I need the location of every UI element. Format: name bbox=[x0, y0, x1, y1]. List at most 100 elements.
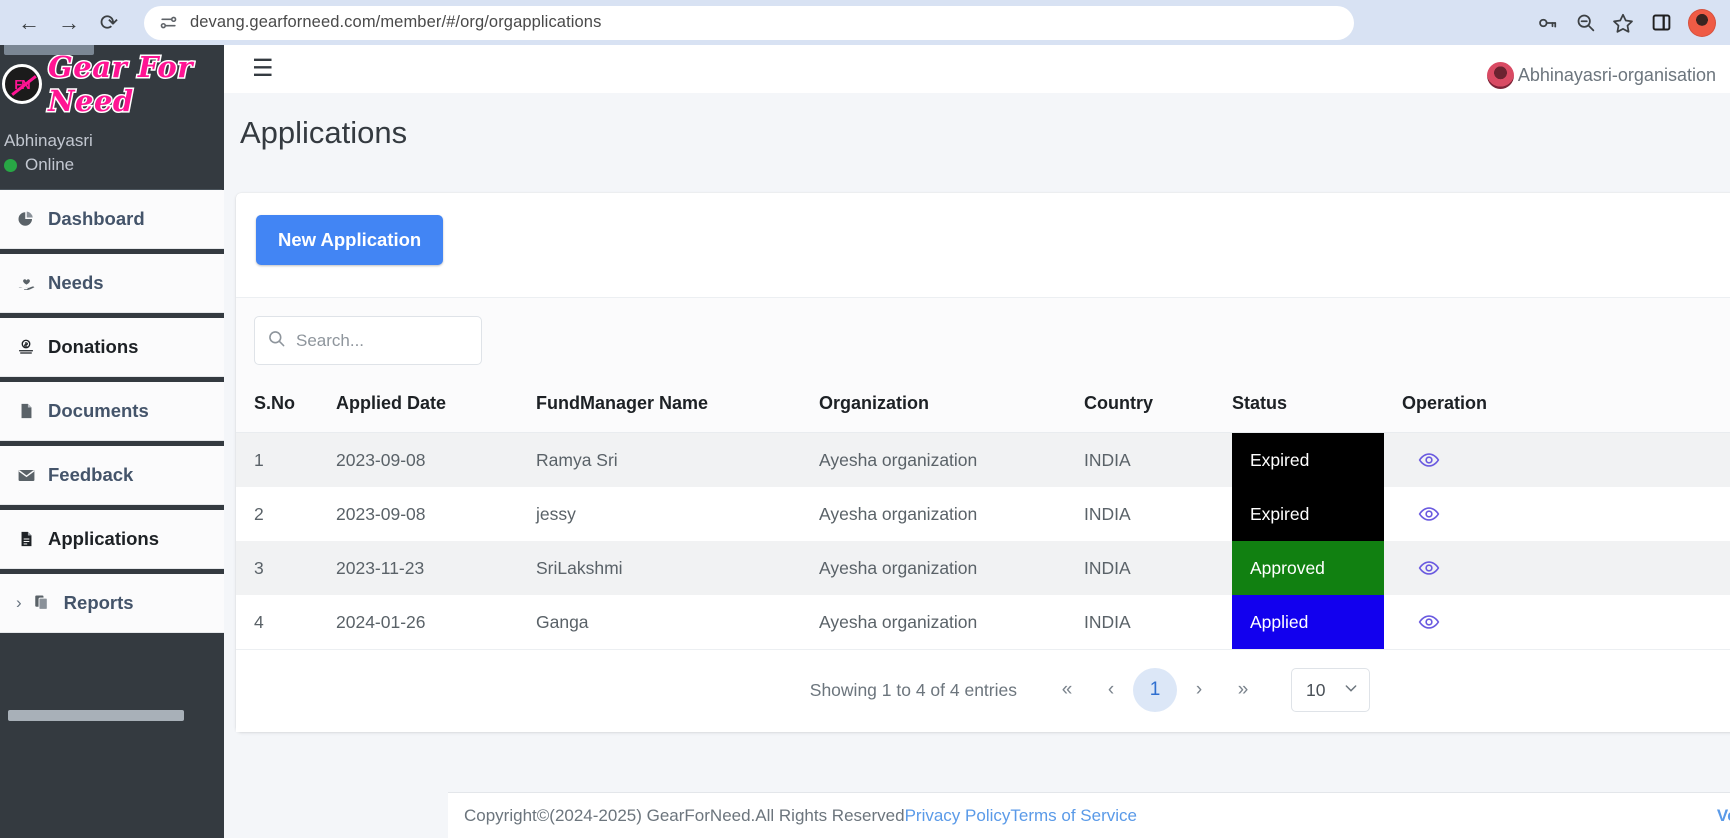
organisation-name: Abhinayasri-organisation bbox=[1517, 64, 1716, 85]
table-row[interactable]: 2 2023-09-08 jessy Ayesha organization I… bbox=[236, 487, 1730, 541]
eye-view-icon[interactable] bbox=[1402, 557, 1730, 579]
pagination-next-button[interactable]: › bbox=[1177, 668, 1221, 712]
password-key-icon[interactable] bbox=[1530, 6, 1564, 40]
sidebar-item-feedback[interactable]: Feedback bbox=[0, 446, 224, 505]
column-header-status[interactable]: Status bbox=[1232, 383, 1402, 433]
file-lines-icon bbox=[16, 530, 36, 548]
cell-applied-date: 2023-09-08 bbox=[336, 432, 536, 487]
pagination-prev-button[interactable]: ‹ bbox=[1089, 668, 1133, 712]
page-size-value: 10 bbox=[1306, 679, 1326, 700]
topnav-org-area[interactable]: Abhinayasri-organisation bbox=[1486, 61, 1716, 89]
cell-sno: 1 bbox=[236, 432, 336, 487]
sidebar-item-label: Needs bbox=[48, 272, 104, 293]
side-panel-icon[interactable] bbox=[1644, 6, 1678, 40]
table-head: S.No Applied Date FundManager Name Organ… bbox=[236, 383, 1730, 433]
eye-view-icon[interactable] bbox=[1402, 503, 1730, 525]
applications-card: New Application S. bbox=[236, 193, 1730, 732]
profile-avatar[interactable] bbox=[1688, 8, 1716, 37]
cell-operation bbox=[1402, 541, 1730, 595]
sidebar-item-reports[interactable]: › Reports bbox=[0, 574, 224, 633]
sidebar-item-needs[interactable]: Needs bbox=[0, 254, 224, 313]
sidebar-user-panel: Abhinayasri Online bbox=[0, 123, 224, 189]
cell-organization: Ayesha organization bbox=[819, 487, 1084, 541]
online-status-dot bbox=[4, 158, 17, 172]
sidebar-scroll-indicator bbox=[4, 45, 94, 55]
site-settings-icon[interactable] bbox=[156, 11, 180, 35]
showing-entries-text: Showing 1 to 4 of 4 entries bbox=[809, 679, 1017, 700]
cell-status: Approved bbox=[1232, 541, 1402, 595]
envelope-icon bbox=[16, 466, 36, 485]
document-icon bbox=[16, 402, 36, 420]
version-text: Version 2.27.0 On 11 Oct 20 bbox=[1716, 805, 1730, 825]
forward-arrow-icon[interactable]: → bbox=[52, 6, 86, 40]
address-bar[interactable]: devang.gearforneed.com/member/#/org/orga… bbox=[144, 5, 1354, 40]
status-badge: Applied bbox=[1232, 595, 1384, 649]
organisation-avatar bbox=[1486, 61, 1514, 89]
application-viewport: FN Gear For Need Abhinayasri Online Dash… bbox=[0, 45, 1730, 838]
reload-icon[interactable]: ⟳ bbox=[92, 6, 126, 40]
sidebar-item-label: Documents bbox=[48, 400, 149, 421]
sidebar-item-donations[interactable]: Donations bbox=[0, 318, 224, 377]
pagination-last-button[interactable]: » bbox=[1221, 668, 1265, 712]
sidebar-horizontal-scrollbar[interactable] bbox=[8, 710, 184, 721]
pagination-first-button[interactable]: « bbox=[1045, 668, 1089, 712]
logo-initials: FN bbox=[14, 76, 30, 92]
browser-toolbar-actions bbox=[1530, 6, 1730, 40]
table-row[interactable]: 3 2023-11-23 SriLakshmi Ayesha organizat… bbox=[236, 541, 1730, 595]
cell-organization: Ayesha organization bbox=[819, 432, 1084, 487]
zoom-out-icon[interactable] bbox=[1568, 6, 1602, 40]
sidebar-item-applications[interactable]: Applications bbox=[0, 510, 224, 569]
sidebar-user-name: Abhinayasri bbox=[4, 131, 93, 150]
search-input[interactable] bbox=[296, 330, 469, 351]
sidebar: FN Gear For Need Abhinayasri Online Dash… bbox=[0, 45, 224, 838]
search-box[interactable] bbox=[254, 316, 482, 365]
hamburger-menu-icon[interactable]: ☰ bbox=[252, 57, 274, 81]
privacy-policy-link[interactable]: Privacy Policy bbox=[905, 806, 1011, 826]
back-arrow-icon[interactable]: ← bbox=[12, 6, 46, 40]
pagination-bar: Showing 1 to 4 of 4 entries « ‹ 1 › » 10 bbox=[236, 649, 1730, 732]
eye-view-icon[interactable] bbox=[1402, 611, 1730, 633]
applications-table-wrapper: S.No Applied Date FundManager Name Organ… bbox=[236, 297, 1730, 732]
pagination-page-1[interactable]: 1 bbox=[1133, 668, 1177, 712]
sidebar-item-dashboard[interactable]: Dashboard bbox=[0, 190, 224, 249]
browser-toolbar: ← → ⟳ devang.gearforneed.com/member/#/or… bbox=[0, 0, 1730, 45]
column-header-sno[interactable]: S.No bbox=[236, 383, 336, 433]
sidebar-item-label: Donations bbox=[48, 336, 139, 357]
cell-operation bbox=[1402, 595, 1730, 649]
cell-status: Applied bbox=[1232, 595, 1402, 649]
column-header-fundmanager[interactable]: FundManager Name bbox=[536, 383, 819, 433]
page-title: Applications bbox=[240, 115, 408, 150]
brand-logo-area[interactable]: FN Gear For Need bbox=[0, 45, 224, 123]
chevron-right-icon[interactable]: › bbox=[16, 593, 22, 613]
sidebar-item-documents[interactable]: Documents bbox=[0, 382, 224, 441]
column-header-country[interactable]: Country bbox=[1084, 383, 1232, 433]
column-header-operation[interactable]: Operation bbox=[1402, 383, 1730, 433]
new-application-button[interactable]: New Application bbox=[256, 215, 444, 265]
bookmark-star-icon[interactable] bbox=[1606, 6, 1640, 40]
column-header-applied-date[interactable]: Applied Date bbox=[336, 383, 536, 433]
cell-country: INDIA bbox=[1084, 487, 1232, 541]
cell-applied-date: 2024-01-26 bbox=[336, 595, 536, 649]
sidebar-item-label: Dashboard bbox=[48, 208, 145, 229]
table-body: 1 2023-09-08 Ramya Sri Ayesha organizati… bbox=[236, 432, 1730, 649]
copy-files-icon bbox=[32, 594, 52, 612]
table-row[interactable]: 4 2024-01-26 Ganga Ayesha organization I… bbox=[236, 595, 1730, 649]
top-navbar: ☰ Abhinayasri-organisation bbox=[224, 45, 1730, 93]
column-header-organization[interactable]: Organization bbox=[819, 383, 1084, 433]
sidebar-item-label: Applications bbox=[48, 528, 160, 549]
brand-title: Gear For Need bbox=[47, 49, 195, 120]
status-label: Online bbox=[25, 155, 75, 174]
terms-of-service-link[interactable]: Terms of Service bbox=[1010, 806, 1137, 826]
page-size-select[interactable]: 10 bbox=[1291, 668, 1370, 712]
eye-view-icon[interactable] bbox=[1402, 449, 1730, 471]
cell-country: INDIA bbox=[1084, 541, 1232, 595]
cell-fundmanager-name: Ganga bbox=[536, 595, 819, 649]
cell-status: Expired bbox=[1232, 487, 1402, 541]
chevron-down-icon bbox=[1343, 680, 1359, 701]
sidebar-item-label: Reports bbox=[63, 592, 134, 613]
table-row[interactable]: 1 2023-09-08 Ramya Sri Ayesha organizati… bbox=[236, 432, 1730, 487]
cell-fundmanager-name: SriLakshmi bbox=[536, 541, 819, 595]
footer-copyright: Copyright©(2024-2025) GearForNeed.All Ri… bbox=[464, 805, 905, 825]
status-badge: Expired bbox=[1232, 487, 1384, 541]
cell-applied-date: 2023-11-23 bbox=[336, 541, 536, 595]
